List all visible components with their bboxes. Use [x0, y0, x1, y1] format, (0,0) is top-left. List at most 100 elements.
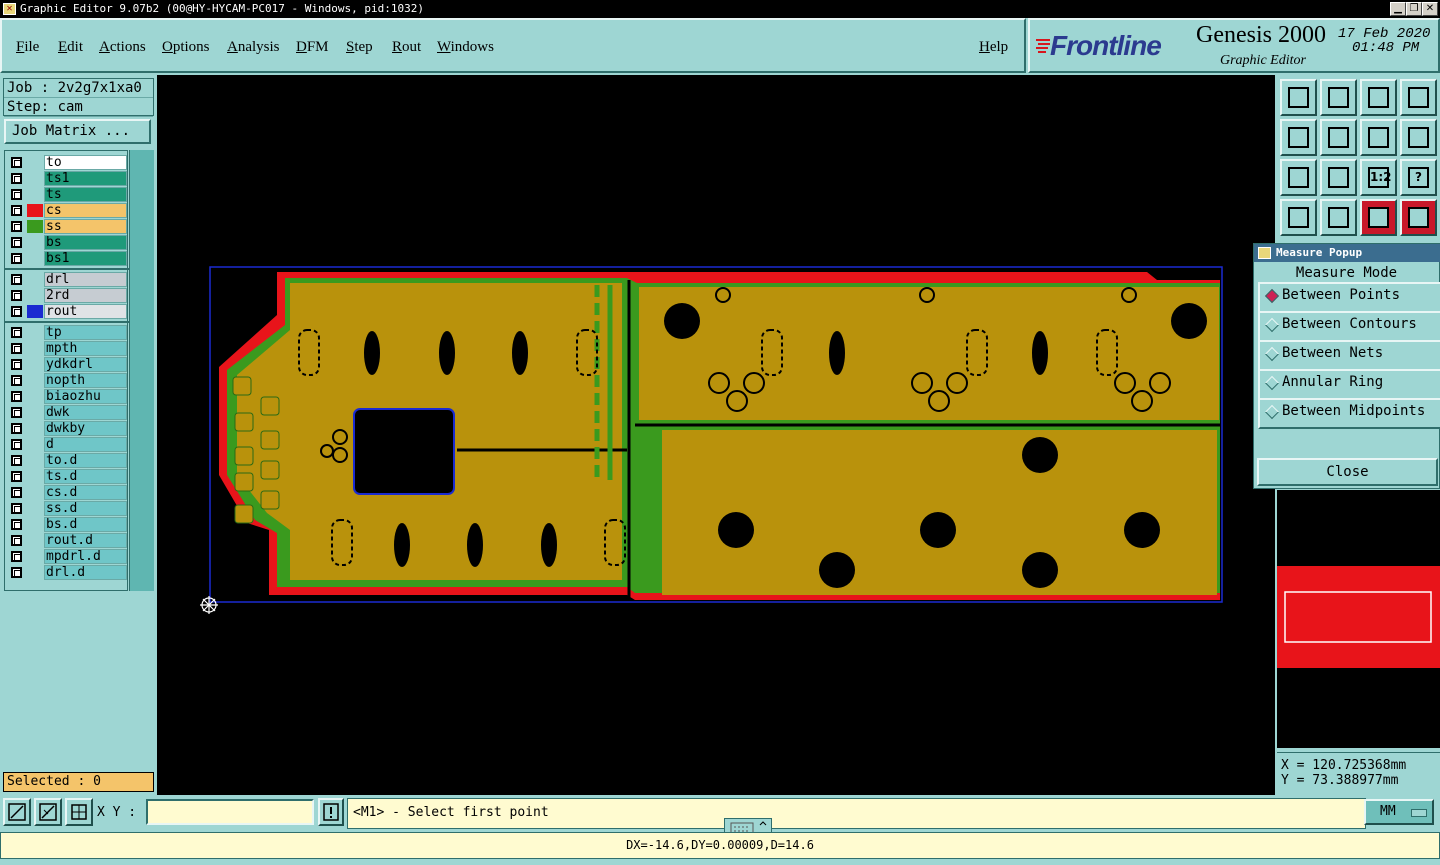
- layer-checkbox[interactable]: [11, 221, 22, 232]
- layer-checkbox[interactable]: [11, 423, 22, 434]
- layer-name[interactable]: mpdrl.d: [44, 549, 127, 564]
- layer-name[interactable]: bs.d: [44, 517, 127, 532]
- snap-mode-button[interactable]: [3, 798, 31, 826]
- measure-option-between-contours[interactable]: Between Contours: [1258, 311, 1440, 342]
- job-matrix-button[interactable]: Job Matrix ...: [4, 119, 151, 144]
- redraw-button[interactable]: [1400, 119, 1437, 156]
- layer-color-swatch[interactable]: [27, 534, 43, 547]
- layer-name[interactable]: dwk: [44, 405, 127, 420]
- layer-checkbox[interactable]: [11, 487, 22, 498]
- measure-option-between-points[interactable]: Between Points: [1258, 282, 1440, 313]
- layer-row-mpdrl-d[interactable]: mpdrl.d: [8, 549, 127, 564]
- layer-name[interactable]: biaozhu: [44, 389, 127, 404]
- layer-color-swatch[interactable]: [27, 358, 43, 371]
- layer-row-biaozhu[interactable]: biaozhu: [8, 389, 127, 404]
- layer-checkbox[interactable]: [11, 157, 22, 168]
- layer-name[interactable]: d: [44, 437, 127, 452]
- layer-row-bs1[interactable]: bs1: [8, 251, 127, 266]
- layer-row-drl-d[interactable]: drl.d: [8, 565, 127, 580]
- layer-row-mpth[interactable]: mpth: [8, 341, 127, 356]
- menu-analysis[interactable]: Analysis: [227, 39, 280, 56]
- layer-color-swatch[interactable]: [27, 470, 43, 483]
- layer-row-to[interactable]: to: [8, 155, 127, 170]
- layer-name[interactable]: dwkby: [44, 421, 127, 436]
- graphic-canvas[interactable]: [157, 75, 1275, 795]
- layer-checkbox[interactable]: [11, 439, 22, 450]
- layer-color-swatch[interactable]: [27, 374, 43, 387]
- layer-list-scrollbar[interactable]: [129, 150, 154, 591]
- layer-checkbox[interactable]: [11, 290, 22, 301]
- layer-color-swatch[interactable]: [27, 305, 43, 318]
- layer-name[interactable]: 2rd: [44, 288, 127, 303]
- layer-row-ss[interactable]: ss: [8, 219, 127, 234]
- layer-name[interactable]: drl.d: [44, 565, 127, 580]
- layer-name[interactable]: ss.d: [44, 501, 127, 516]
- layer-color-swatch[interactable]: [27, 390, 43, 403]
- menu-actions[interactable]: Actions: [99, 39, 146, 56]
- layer-checkbox[interactable]: [11, 237, 22, 248]
- layer-color-swatch[interactable]: [27, 342, 43, 355]
- measure-option-between-midpoints[interactable]: Between Midpoints: [1258, 398, 1440, 429]
- layer-checkbox[interactable]: [11, 455, 22, 466]
- zoom-home-button[interactable]: [1280, 79, 1317, 116]
- net-button[interactable]: [1360, 199, 1397, 236]
- layer-row-cs[interactable]: cs: [8, 203, 127, 218]
- layer-name[interactable]: bs: [44, 235, 127, 250]
- layer-name[interactable]: bs1: [44, 251, 127, 266]
- layer-color-swatch[interactable]: [27, 566, 43, 579]
- layer-color-swatch[interactable]: [27, 518, 43, 531]
- layer-checkbox[interactable]: [11, 343, 22, 354]
- layer-checkbox[interactable]: [11, 375, 22, 386]
- grid-button[interactable]: [65, 798, 93, 826]
- center-button[interactable]: [1320, 159, 1357, 196]
- layer-name[interactable]: ts.d: [44, 469, 127, 484]
- layer-checkbox[interactable]: [11, 503, 22, 514]
- layer-checkbox[interactable]: [11, 274, 22, 285]
- layer-row-drl[interactable]: drl: [8, 272, 127, 287]
- menu-step[interactable]: Step: [346, 39, 373, 56]
- net-highlight-button[interactable]: [1400, 199, 1437, 236]
- layer-row-ss-d[interactable]: ss.d: [8, 501, 127, 516]
- layer-color-swatch[interactable]: [27, 172, 43, 185]
- layer-color-swatch[interactable]: [27, 188, 43, 201]
- layer-row-2rd[interactable]: 2rd: [8, 288, 127, 303]
- menu-windows[interactable]: Windows: [437, 39, 494, 56]
- layer-checkbox[interactable]: [11, 306, 22, 317]
- layer-name[interactable]: drl: [44, 272, 127, 287]
- pan-right-button[interactable]: [1320, 119, 1357, 156]
- layer-checkbox[interactable]: [11, 471, 22, 482]
- layer-checkbox[interactable]: [11, 173, 22, 184]
- layer-name[interactable]: nopth: [44, 373, 127, 388]
- alert-button[interactable]: [318, 798, 344, 826]
- measure-option-between-nets[interactable]: Between Nets: [1258, 340, 1440, 371]
- close-window-button[interactable]: ✕: [1422, 2, 1438, 16]
- pan-left-button[interactable]: [1280, 119, 1317, 156]
- menu-rout[interactable]: Rout: [392, 39, 421, 56]
- layer-color-swatch[interactable]: [27, 454, 43, 467]
- xy-input[interactable]: [146, 799, 314, 825]
- layer-color-swatch[interactable]: [27, 486, 43, 499]
- layer-name[interactable]: ts1: [44, 171, 127, 186]
- fit-button[interactable]: [1280, 159, 1317, 196]
- layer-color-swatch[interactable]: [27, 502, 43, 515]
- layer-color-swatch[interactable]: [27, 550, 43, 563]
- layer-checkbox[interactable]: [11, 391, 22, 402]
- maximize-button[interactable]: ❐: [1406, 2, 1422, 16]
- layer-row-nopth[interactable]: nopth: [8, 373, 127, 388]
- layer-name[interactable]: cs.d: [44, 485, 127, 500]
- snap-button[interactable]: [1320, 199, 1357, 236]
- layer-checkbox[interactable]: [11, 205, 22, 216]
- measure-close-button[interactable]: Close: [1257, 458, 1438, 486]
- layer-checkbox[interactable]: [11, 253, 22, 264]
- layer-row-dwkby[interactable]: dwkby: [8, 421, 127, 436]
- menu-dfm[interactable]: DFM: [296, 39, 329, 56]
- layer-name[interactable]: tp: [44, 325, 127, 340]
- layer-checkbox[interactable]: [11, 567, 22, 578]
- layer-name[interactable]: to: [44, 155, 127, 170]
- menu-help[interactable]: Help: [979, 39, 1008, 56]
- layer-name[interactable]: ydkdrl: [44, 357, 127, 372]
- layer-row-rout-d[interactable]: rout.d: [8, 533, 127, 548]
- layer-row-to-d[interactable]: to.d: [8, 453, 127, 468]
- layer-row-dwk[interactable]: dwk: [8, 405, 127, 420]
- query-button[interactable]: ?: [1400, 159, 1437, 196]
